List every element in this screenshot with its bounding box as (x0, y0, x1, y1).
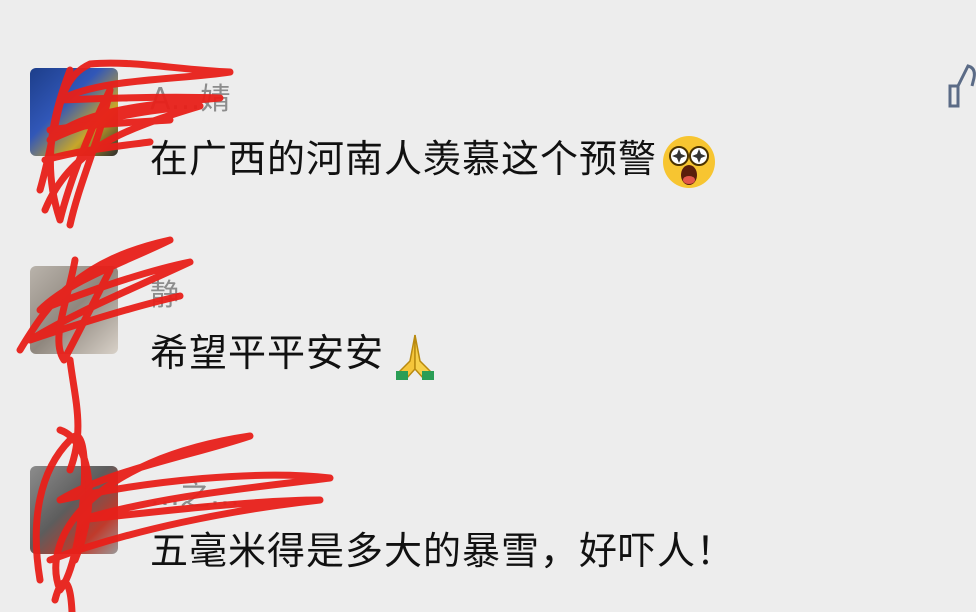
starstruck-face-icon (663, 135, 716, 188)
comment-username[interactable]: A…婧 (150, 74, 231, 118)
thumbs-up-icon[interactable] (948, 64, 976, 108)
comment-text: 五毫米得是多大的暴雪，好吓人！ (150, 520, 735, 575)
comment-text-content: 在广西的河南人羡慕这个预警 (150, 137, 658, 181)
comment-username[interactable]: …之… (150, 470, 240, 514)
comment-text: 在广西的河南人羡慕这个预警 (150, 128, 717, 190)
comment-username[interactable]: 静 (150, 270, 180, 314)
comment-text-content: 五毫米得是多大的暴雪，好吓人！ (150, 529, 736, 573)
avatar[interactable] (30, 466, 118, 554)
avatar[interactable] (30, 266, 118, 354)
comment-text-content: 希望平平安安 (150, 331, 385, 375)
comment-text: 希望平平安安 (150, 322, 442, 381)
folded-hands-icon (396, 334, 435, 380)
avatar[interactable] (30, 68, 118, 156)
